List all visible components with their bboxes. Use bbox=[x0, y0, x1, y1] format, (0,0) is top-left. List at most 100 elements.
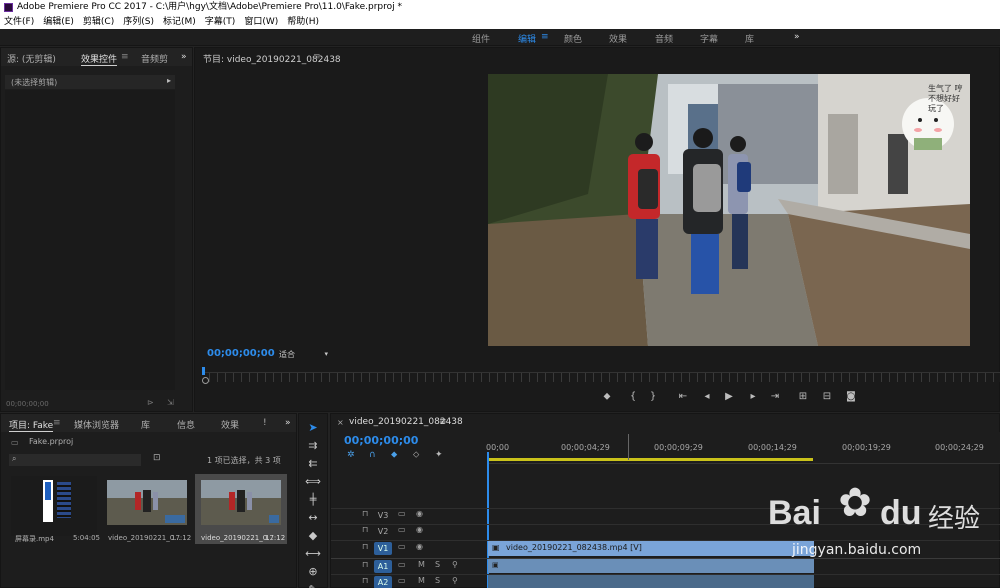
selection-tool-icon[interactable]: ➤ bbox=[305, 420, 321, 436]
linked-selection-icon[interactable]: ∩ bbox=[369, 450, 376, 460]
menu-marker[interactable]: 标记(M) bbox=[163, 15, 196, 29]
audio-clip-2[interactable] bbox=[488, 575, 814, 588]
work-area-bar[interactable] bbox=[487, 458, 813, 461]
track-name[interactable]: A2 bbox=[374, 576, 392, 588]
tab-effect-controls[interactable]: 效果控件 bbox=[81, 52, 118, 66]
tab-source[interactable]: 源: (无剪辑) bbox=[7, 52, 56, 65]
workspace-editing[interactable]: 编辑 bbox=[518, 32, 536, 45]
program-menu-icon[interactable]: ≡ bbox=[313, 52, 321, 62]
timeline-timecode[interactable]: 00;00;00;00 bbox=[344, 434, 418, 447]
add-marker-icon[interactable]: ⬥ bbox=[600, 390, 614, 404]
microphone-icon[interactable]: ⚲ bbox=[452, 560, 458, 569]
lift-icon[interactable]: ⊞ bbox=[796, 390, 810, 404]
project-item-thumbnail[interactable] bbox=[11, 476, 97, 536]
workspace-assembly[interactable]: 组件 bbox=[472, 32, 490, 45]
extract-icon[interactable]: ⊟ bbox=[820, 390, 834, 404]
microphone-icon[interactable]: ⚲ bbox=[452, 576, 458, 585]
program-scrubber[interactable] bbox=[202, 372, 1000, 382]
menu-window[interactable]: 窗口(W) bbox=[244, 15, 278, 29]
wrench-icon[interactable]: ✦ bbox=[435, 450, 443, 460]
slide-tool-icon[interactable]: ⊕ bbox=[305, 564, 321, 580]
new-bin-icon[interactable]: ⊡ bbox=[153, 453, 161, 463]
rolling-edit-tool-icon[interactable]: ╪ bbox=[305, 492, 321, 508]
snap-icon[interactable]: ✲ bbox=[347, 450, 355, 460]
track-select-tool-icon[interactable]: ⇉ bbox=[305, 438, 321, 454]
rate-stretch-tool-icon[interactable]: ↔ bbox=[305, 510, 321, 526]
mute-button[interactable]: M bbox=[418, 576, 425, 585]
go-to-out-icon[interactable]: ⇥ bbox=[768, 390, 782, 404]
tab-overflow[interactable]: ! bbox=[263, 418, 267, 428]
effect-controls-menu-icon[interactable]: ≡ bbox=[121, 52, 129, 62]
source-expand-button[interactable]: » bbox=[181, 52, 187, 62]
track-name[interactable]: A1 bbox=[374, 560, 392, 573]
workspace-color[interactable]: 颜色 bbox=[564, 32, 582, 45]
menu-title[interactable]: 字幕(T) bbox=[205, 15, 236, 29]
tab-audio-clip-mixer[interactable]: 音频剪 bbox=[141, 52, 168, 65]
track-name[interactable]: V1 bbox=[374, 542, 392, 555]
mark-out-icon[interactable]: } bbox=[646, 390, 660, 404]
go-to-in-icon[interactable]: ⇤ bbox=[676, 390, 690, 404]
step-forward-icon[interactable]: ▸ bbox=[746, 390, 760, 404]
step-back-icon[interactable]: ◂ bbox=[700, 390, 714, 404]
workspace-effects[interactable]: 效果 bbox=[609, 32, 627, 45]
lock-icon[interactable]: ⊓ bbox=[362, 560, 368, 569]
program-timecode[interactable]: 00;00;00;00 bbox=[207, 348, 275, 359]
tab-project[interactable]: 项目: Fake bbox=[9, 418, 54, 432]
project-menu-icon[interactable]: ≡ bbox=[53, 418, 61, 428]
ripple-edit-tool-icon[interactable]: ⟺ bbox=[305, 474, 321, 490]
eye-icon[interactable]: ◉ bbox=[416, 525, 423, 534]
sync-lock-icon[interactable]: ▭ bbox=[398, 509, 406, 518]
menu-help[interactable]: 帮助(H) bbox=[287, 15, 319, 29]
slip-tool-icon[interactable]: ⟷ bbox=[305, 546, 321, 562]
sync-lock-icon[interactable]: ▭ bbox=[398, 525, 406, 534]
menu-sequence[interactable]: 序列(S) bbox=[123, 15, 154, 29]
sync-lock-icon[interactable]: ▭ bbox=[398, 560, 406, 569]
menu-edit[interactable]: 编辑(E) bbox=[43, 15, 74, 29]
camera-icon[interactable]: ◙ bbox=[844, 390, 858, 404]
tab-effects[interactable]: 效果 bbox=[221, 418, 239, 431]
project-expand-button[interactable]: » bbox=[285, 418, 291, 428]
expand-arrow-icon[interactable]: ▸ bbox=[167, 76, 171, 85]
workspace-titles[interactable]: 字幕 bbox=[700, 32, 718, 45]
lock-icon[interactable]: ⊓ bbox=[362, 509, 368, 518]
workspace-audio[interactable]: 音频 bbox=[655, 32, 673, 45]
workspace-libraries[interactable]: 库 bbox=[745, 32, 754, 45]
pen-tool-icon[interactable]: ✎ bbox=[305, 582, 321, 588]
export-icon[interactable]: ⇲ bbox=[167, 398, 174, 407]
sync-lock-icon[interactable]: ▭ bbox=[398, 576, 406, 585]
menu-clip[interactable]: 剪辑(C) bbox=[83, 15, 114, 29]
solo-button[interactable]: S bbox=[435, 560, 440, 569]
close-icon[interactable]: × bbox=[337, 418, 344, 427]
zoom-handle[interactable] bbox=[202, 377, 209, 384]
project-search-input[interactable]: ⌕ bbox=[9, 454, 141, 466]
eye-icon[interactable]: ◉ bbox=[416, 509, 423, 518]
program-video-frame[interactable]: 生气了 哼 不想好好 玩了 bbox=[488, 74, 970, 346]
sync-lock-icon[interactable]: ▭ bbox=[398, 542, 406, 551]
track-name[interactable]: V2 bbox=[374, 525, 392, 538]
track-name[interactable]: V3 bbox=[374, 509, 392, 522]
lock-icon[interactable]: ⊓ bbox=[362, 525, 368, 534]
mark-in-icon[interactable]: { bbox=[626, 390, 640, 404]
lock-icon[interactable]: ⊓ bbox=[362, 542, 368, 551]
timeline-menu-icon[interactable]: ≡ bbox=[439, 417, 447, 427]
program-playhead[interactable] bbox=[202, 367, 205, 375]
tab-media-browser[interactable]: 媒体浏览器 bbox=[74, 418, 119, 431]
tab-libraries[interactable]: 库 bbox=[141, 418, 150, 431]
add-marker-timeline-icon[interactable]: ⬥ bbox=[391, 450, 397, 460]
lock-icon[interactable]: ⊓ bbox=[362, 576, 368, 585]
play-icon[interactable]: ▶ bbox=[722, 390, 736, 404]
project-item-thumbnail[interactable] bbox=[107, 480, 187, 525]
track-select-backward-icon[interactable]: ⇇ bbox=[305, 456, 321, 472]
solo-button[interactable]: S bbox=[435, 576, 440, 585]
menu-file[interactable]: 文件(F) bbox=[4, 15, 34, 29]
audio-clip[interactable]: ▣ bbox=[488, 559, 814, 573]
video-clip[interactable]: ▣ video_20190221_082438.mp4 [V] bbox=[488, 541, 814, 556]
mute-button[interactable]: M bbox=[418, 560, 425, 569]
workspace-more-button[interactable]: » bbox=[794, 32, 800, 42]
filter-icon[interactable]: ⊳ bbox=[147, 398, 154, 407]
fit-dropdown[interactable]: 适合 ▾ bbox=[276, 348, 330, 361]
workspace-menu-icon[interactable]: ≡ bbox=[541, 32, 549, 42]
razor-tool-icon[interactable]: ◆ bbox=[305, 528, 321, 544]
eye-icon[interactable]: ◉ bbox=[416, 542, 423, 551]
tab-info[interactable]: 信息 bbox=[177, 418, 195, 431]
